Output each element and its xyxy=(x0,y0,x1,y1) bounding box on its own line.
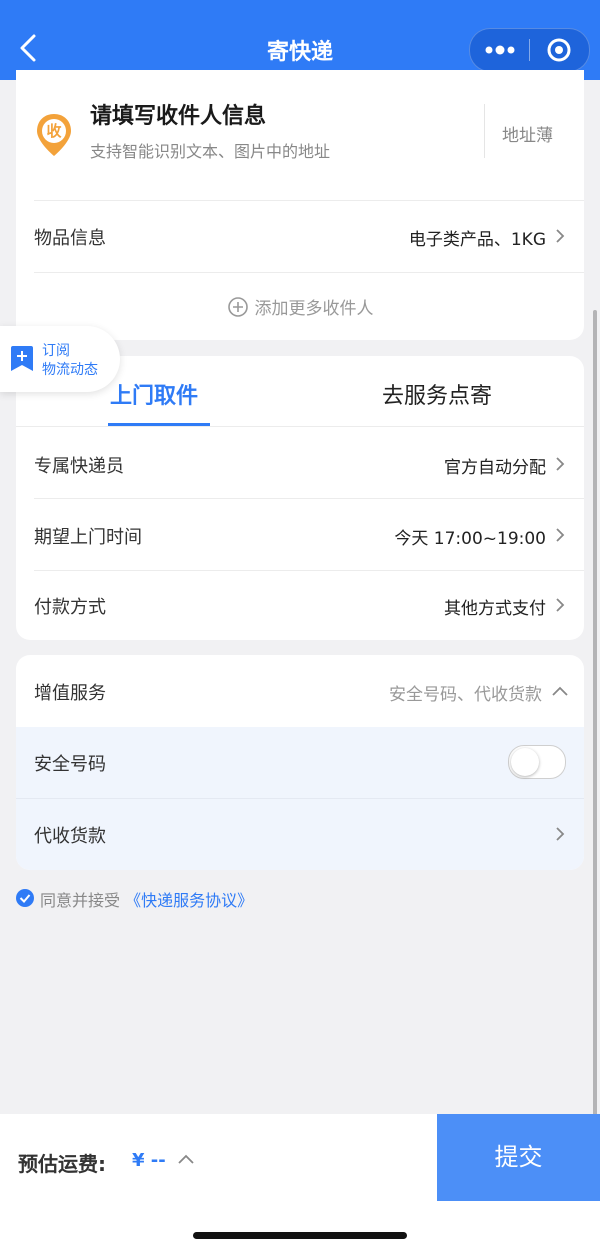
add-more-label: 添加更多收件人 xyxy=(254,299,374,319)
submit-button[interactable]: 提交 xyxy=(437,1114,600,1201)
receiver-badge: 收 xyxy=(46,122,62,140)
scrollbar[interactable] xyxy=(593,310,597,1180)
pickup-time-value: 今天 17:00~19:00 xyxy=(394,529,546,549)
bookmark-plus-icon xyxy=(11,346,33,371)
secure-number-toggle[interactable] xyxy=(508,745,566,779)
chevron-right-icon xyxy=(556,598,565,612)
value-added-panel: 安全号码 代收货款 xyxy=(16,727,584,870)
receiver-title[interactable]: 请填写收件人信息 xyxy=(90,98,266,130)
payment-label: 付款方式 xyxy=(34,597,106,618)
courier-row[interactable]: 专属快递员 官方自动分配 xyxy=(16,428,584,498)
pickup-card: 上门取件 去服务点寄 专属快递员 官方自动分配 期望上门时间 今天 17:00~… xyxy=(16,356,584,640)
chevron-right-icon xyxy=(556,827,565,841)
value-added-card: 增值服务 安全号码、代收货款 安全号码 代收货款 xyxy=(16,655,584,870)
item-info-row[interactable]: 物品信息 电子类产品、1KG xyxy=(16,200,584,272)
app-header: 寄快递 xyxy=(0,0,600,80)
value-added-label: 增值服务 xyxy=(34,683,106,704)
fee-label: 预估运费: xyxy=(18,1152,106,1176)
chevron-right-icon xyxy=(556,229,565,243)
payment-row[interactable]: 付款方式 其他方式支付 xyxy=(16,571,584,639)
cod-row[interactable]: 代收货款 xyxy=(16,799,584,870)
divider xyxy=(16,426,584,427)
courier-value: 官方自动分配 xyxy=(444,458,546,478)
address-book-button[interactable]: 地址薄 xyxy=(502,121,553,146)
service-agreement-link[interactable]: 《快递服务协议》 xyxy=(125,891,253,910)
pickup-time-row[interactable]: 期望上门时间 今天 17:00~19:00 xyxy=(16,499,584,569)
home-indicator xyxy=(193,1232,407,1239)
chevron-right-icon xyxy=(556,457,565,471)
vertical-divider xyxy=(484,104,485,158)
agreement-checkbox[interactable] xyxy=(16,889,34,907)
chevron-up-icon xyxy=(552,686,568,696)
tab-service-point[interactable]: 去服务点寄 xyxy=(382,378,492,410)
receiver-card: 收 请填写收件人信息 支持智能识别文本、图片中的地址 地址薄 物品信息 电子类产… xyxy=(16,70,584,340)
mini-program-capsule xyxy=(469,28,590,72)
more-button[interactable] xyxy=(470,29,529,71)
divider xyxy=(34,272,584,273)
cod-label: 代收货款 xyxy=(34,826,106,847)
subscribe-logistics-button[interactable]: 订阅 物流动态 xyxy=(0,326,120,392)
agreement-text: 同意并接受 《快递服务协议》 xyxy=(40,887,253,911)
close-button[interactable] xyxy=(530,29,589,71)
secure-number-label: 安全号码 xyxy=(34,754,106,775)
pickup-time-label: 期望上门时间 xyxy=(34,527,142,548)
subscribe-label-line2: 物流动态 xyxy=(42,362,98,378)
chevron-right-icon xyxy=(556,528,565,542)
subscribe-label-line1: 订阅 xyxy=(42,343,70,359)
payment-value: 其他方式支付 xyxy=(444,599,546,619)
tab-pickup[interactable]: 上门取件 xyxy=(110,378,198,410)
fee-value[interactable]: ¥ -- xyxy=(132,1150,166,1171)
chevron-up-icon[interactable] xyxy=(178,1153,194,1165)
value-added-header-row[interactable]: 增值服务 安全号码、代收货款 xyxy=(16,655,584,727)
target-icon xyxy=(547,38,571,62)
more-dots-icon xyxy=(485,45,515,55)
plus-circle-icon xyxy=(227,297,248,317)
add-more-receivers-button[interactable]: 添加更多收件人 xyxy=(16,294,584,319)
toggle-knob xyxy=(511,748,539,776)
agreement-prefix: 同意并接受 xyxy=(40,891,121,910)
item-info-label: 物品信息 xyxy=(34,228,106,249)
receiver-subtitle: 支持智能识别文本、图片中的地址 xyxy=(90,142,331,161)
courier-label: 专属快递员 xyxy=(34,456,124,477)
bottom-bar: 预估运费: ¥ -- 提交 xyxy=(0,1114,600,1249)
value-added-value: 安全号码、代收货款 xyxy=(389,685,542,705)
item-info-value: 电子类产品、1KG xyxy=(408,230,546,250)
